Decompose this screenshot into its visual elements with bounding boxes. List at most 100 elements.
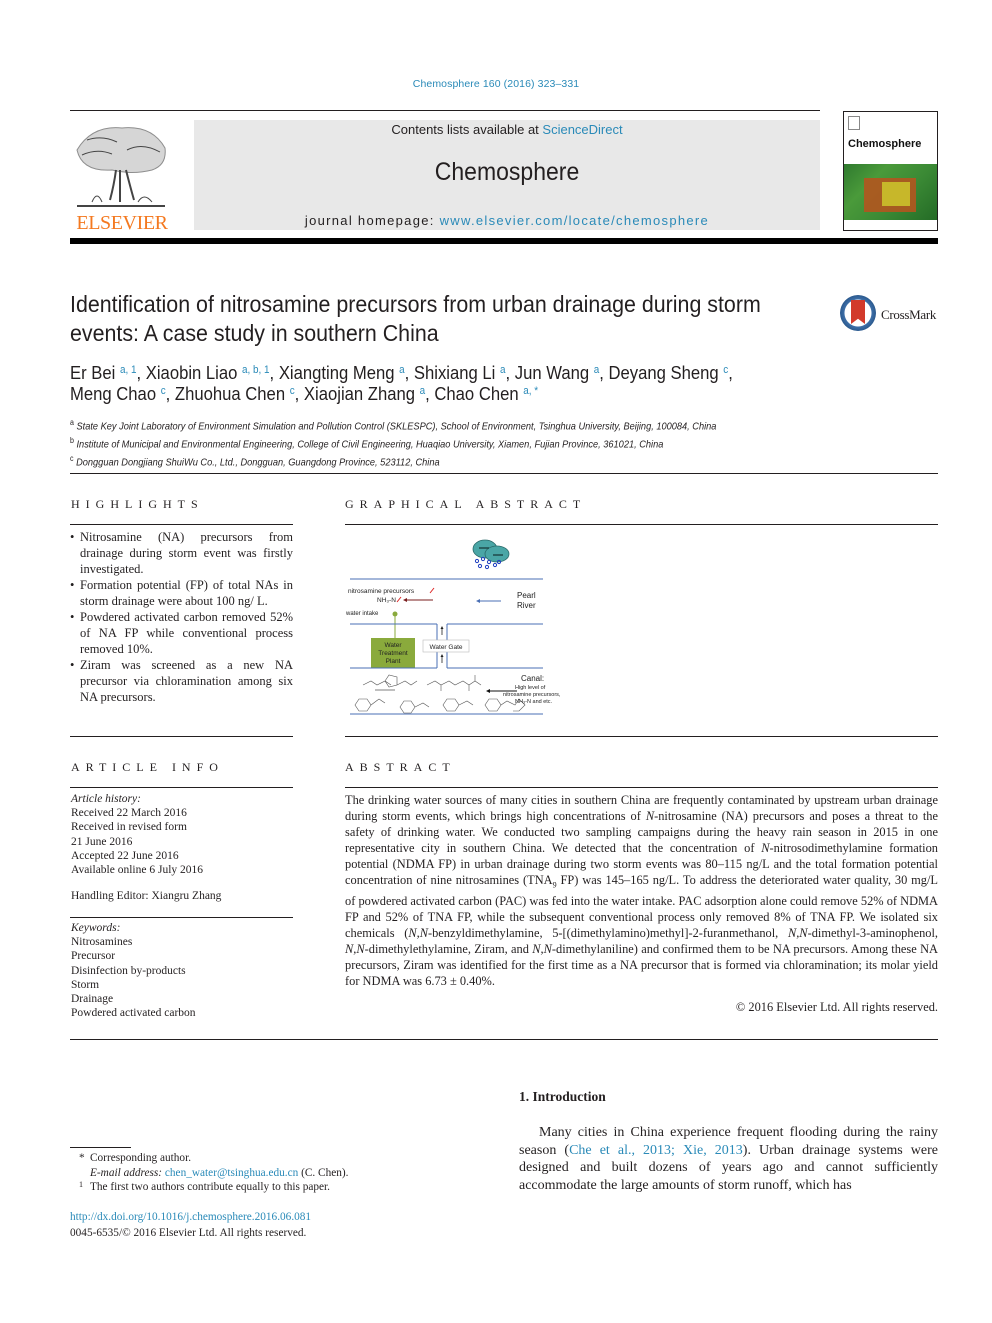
doi-link[interactable]: http://dx.doi.org/10.1016/j.chemosphere.… [70,1210,490,1226]
author-affiliation-mark[interactable]: c [723,364,728,376]
italic-term: N,N [787,926,808,941]
author-name[interactable]: Zhuohua Chen [175,383,285,404]
email-label: E-mail address: [90,1166,165,1179]
italic-term: N,N [532,942,552,957]
graphical-abstract-top-rule [345,524,938,525]
header-thick-divider [70,238,938,244]
author-name[interactable]: Deyang Sheng [609,362,719,383]
author-separator: , [269,362,279,383]
italic-term: N [645,809,655,823]
sciencedirect-link[interactable]: ScienceDirect [542,122,622,137]
article-info-heading: ARTICLE INFO [71,760,224,774]
author-name[interactable]: Meng Chao [70,383,156,404]
author-affiliation-mark[interactable]: a [420,385,426,397]
cover-artwork [844,164,937,220]
keyword: Storm [71,978,100,991]
cover-title: Chemosphere [848,138,922,150]
author-affiliation-mark[interactable]: a [399,364,405,376]
keywords-top-rule [70,917,293,918]
highlights-list: • Nitrosamine (NA) precursors from draina… [70,529,293,705]
author-name[interactable]: Chao Chen [434,383,518,404]
author-affiliation-mark[interactable]: a [500,364,506,376]
ga-label-water-gate: Water Gate [430,644,463,651]
storm-cloud-icon [472,539,510,570]
highlight-text: Ziram was screened as a new NA precursor… [80,658,293,704]
elsevier-wordmark: ELSEVIER [76,212,168,234]
author-name[interactable]: Xiangting Meng [279,362,395,383]
affiliation-text: Institute of Municipal and Environmental… [73,438,664,451]
author-affiliation-mark[interactable]: a, 1 [120,364,137,376]
ga-label-canal-note-2: nitrosamine precursors, [503,692,561,698]
elsevier-logo[interactable]: ELSEVIER [70,118,172,236]
ga-label-canal: Canal: [521,674,544,683]
author-affiliation-mark[interactable]: a, * [523,385,538,397]
journal-banner: Contents lists available at ScienceDirec… [194,120,820,230]
journal-cover-thumbnail[interactable]: Chemosphere [843,111,938,231]
footnote-corresponding: * Corresponding author. [70,1151,490,1166]
elsevier-tree-icon [76,127,166,207]
author-affiliation-mark[interactable]: c [161,385,166,397]
keyword: Nitrosamines [71,936,133,949]
keywords-block: Keywords: Nitrosamines Precursor Disinfe… [71,921,293,1020]
ga-label-canal-note-3: NH₃-N and etc. [515,699,553,705]
footnote-rule [70,1147,131,1148]
abstract-body: The drinking water sources of many citie… [345,792,938,989]
highlight-text: Nitrosamine (NA) precursors from drainag… [80,530,293,576]
affiliation: a State Key Joint Laboratory of Environm… [70,416,774,434]
journal-homepage-link[interactable]: www.elsevier.com/locate/chemosphere [440,213,710,228]
affiliation-list: a State Key Joint Laboratory of Environm… [70,416,774,470]
ga-label-wtp-2: Treatment [378,650,408,657]
keyword: Disinfection by-products [71,964,186,977]
ga-label-pearl: Pearl [517,591,536,600]
article-history: Article history: Received 22 March 2016 … [71,792,293,903]
abstract-text-run: -dimethyl-3-aminophenol, [807,926,938,941]
highlight-text: Formation potential (FP) of total NAs in… [80,578,293,608]
flow-arrow-dark [403,598,433,602]
author-affiliation-mark[interactable]: c [290,385,295,397]
author-separator: , [136,362,146,383]
author-name[interactable]: Er Bei [70,362,115,383]
increase-arrow-icon [429,587,435,594]
abstract-text-run: -dimethylethylamine, Ziram, and [364,942,533,957]
chemical-structures [354,674,526,714]
running-head-citation[interactable]: Chemosphere 160 (2016) 323–331 [0,78,992,90]
author-separator: , [404,362,414,383]
footnote-mark: 1 [79,1180,83,1189]
cover-publisher-icon [848,116,860,130]
abstract-heading: ABSTRACT [345,760,456,774]
graphical-abstract-bottom-rule [345,736,938,737]
highlight-item: • Powdered activated carbon removed 52% o… [70,609,293,657]
graphical-abstract-heading: GRAPHICAL ABSTRACT [345,497,587,511]
article-info-top-rule [70,787,293,788]
author-affiliation-mark[interactable]: a [594,364,600,376]
crossmark-button[interactable]: CrossMark [840,295,940,335]
email-link[interactable]: chen_water@tsinghua.edu.cn [165,1167,298,1179]
ga-label-wtp-3: Plant [386,658,401,665]
history-revised: Received in revised form [71,821,187,834]
highlights-bottom-rule [70,736,293,737]
footnotes: * Corresponding author. E-mail address: … [70,1151,490,1195]
highlight-item: • Formation potential (FP) of total NAs i… [70,577,293,609]
keyword: Drainage [71,993,114,1006]
author-name[interactable]: Xiaobin Liao [146,362,238,383]
introduction-heading: 1. Introduction [519,1089,606,1104]
highlights-heading: HIGHLIGHTS [71,497,204,511]
citation-link[interactable]: Che et al., 2013; Xie, 2013 [569,1143,743,1158]
abstract-copyright: © 2016 Elsevier Ltd. All rights reserved… [735,1000,938,1014]
bullet-icon: • [70,578,75,592]
author-name[interactable]: Xiaojian Zhang [304,383,415,404]
contents-line: Contents lists available at ScienceDirec… [194,122,820,137]
abstract-top-rule [345,787,938,788]
history-online: Available online 6 July 2016 [71,864,204,877]
footnote-equal-text: The first two authors contribute equally… [90,1181,331,1193]
keywords-label: Keywords: [71,922,121,934]
author-name[interactable]: Shixiang Li [414,362,495,383]
highlight-text: Powdered activated carbon removed 52% of… [80,610,293,656]
handling-editor: Handling Editor: Xiangru Zhang [71,890,222,903]
author-affiliation-mark[interactable]: a, b, 1 [242,364,270,376]
footnote-corresponding-text: Corresponding author. [90,1152,192,1164]
graphical-abstract-figure[interactable]: nitrosamine precursors NH₃-N Pearl River… [345,535,585,720]
keyword: Precursor [71,950,116,963]
author-name[interactable]: Jun Wang [515,362,589,383]
highlights-top-rule [70,524,293,525]
